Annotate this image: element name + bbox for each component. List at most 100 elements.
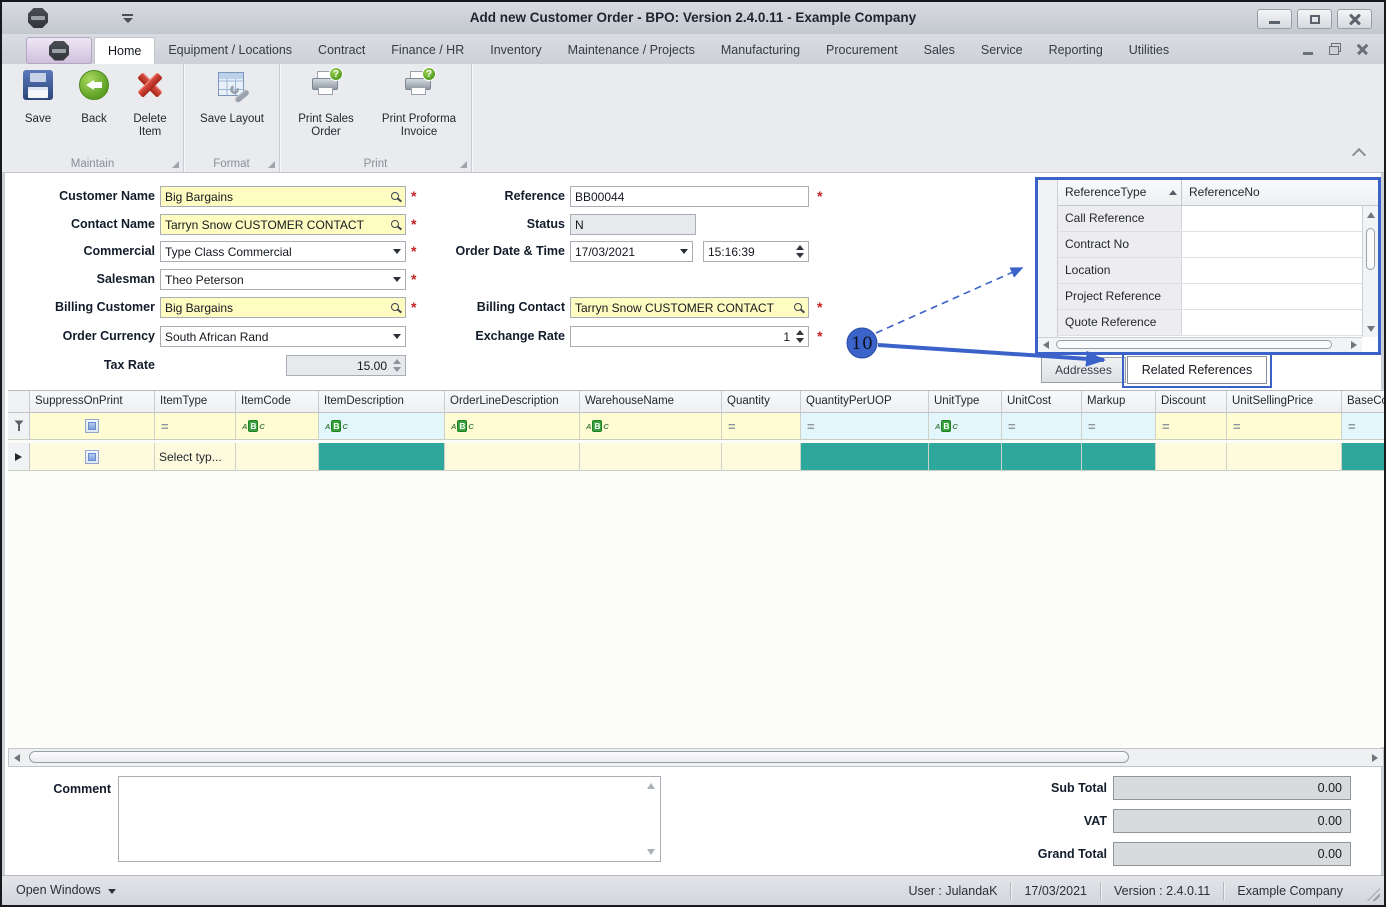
reference-row-location[interactable]: Location <box>1058 258 1362 284</box>
equals-filter-icon[interactable]: = <box>1088 419 1096 434</box>
close-button[interactable] <box>1337 9 1372 29</box>
reference-no-cell[interactable] <box>1182 258 1362 283</box>
data-cell-unitsellingprice[interactable] <box>1227 443 1342 471</box>
filter-cell-basecost[interactable]: = <box>1342 413 1384 440</box>
column-header-referenceno[interactable]: ReferenceNo <box>1182 180 1378 205</box>
data-cell-quantityperuop[interactable] <box>801 443 929 471</box>
back-button[interactable]: Back <box>68 70 120 126</box>
application-button[interactable] <box>26 37 92 64</box>
collapse-ribbon-icon[interactable] <box>1351 147 1367 163</box>
billing-customer-input[interactable]: Big Bargains <box>160 297 406 318</box>
ribbon-tab-procurement[interactable]: Procurement <box>813 37 911 64</box>
equals-filter-icon[interactable]: = <box>1008 419 1016 434</box>
data-cell-orderlinedescription[interactable] <box>445 443 580 471</box>
scrollbar-thumb[interactable] <box>1056 340 1332 349</box>
column-header-unitcost[interactable]: UnitCost <box>1002 391 1082 413</box>
dialog-launcher-icon[interactable] <box>172 161 179 168</box>
reference-vertical-scrollbar[interactable] <box>1362 206 1378 337</box>
equals-filter-icon[interactable]: = <box>161 419 169 434</box>
filter-cell-orderlinedescription[interactable]: ABC <box>445 413 580 440</box>
reference-no-cell[interactable] <box>1182 284 1362 309</box>
equals-filter-icon[interactable]: = <box>1233 419 1241 434</box>
reference-row-quote-reference[interactable]: Quote Reference <box>1058 310 1362 336</box>
save-button[interactable]: Save <box>12 70 64 126</box>
data-cell-warehousename[interactable] <box>580 443 722 471</box>
checkbox[interactable] <box>85 449 99 464</box>
scroll-down-icon[interactable] <box>647 849 655 855</box>
contact-name-input[interactable]: Tarryn Snow CUSTOMER CONTACT <box>160 214 406 235</box>
filter-cell-quantity[interactable]: = <box>722 413 801 440</box>
filter-cell-itemdescription[interactable]: ABC <box>319 413 445 440</box>
column-header-discount[interactable]: Discount <box>1156 391 1227 413</box>
column-header-orderlinedescription[interactable]: OrderLineDescription <box>445 391 580 413</box>
ribbon-tab-equipment-locations[interactable]: Equipment / Locations <box>155 37 305 64</box>
data-cell-itemdescription[interactable] <box>319 443 445 471</box>
filter-cell-warehousename[interactable]: ABC <box>580 413 722 440</box>
maximize-button[interactable] <box>1297 9 1332 29</box>
filter-cell-markup[interactable]: = <box>1082 413 1156 440</box>
equals-filter-icon[interactable]: = <box>1348 419 1356 434</box>
reference-row-call-reference[interactable]: Call Reference <box>1058 206 1362 232</box>
billing-contact-input[interactable]: Tarryn Snow CUSTOMER CONTACT <box>570 297 809 318</box>
data-cell-basecost[interactable] <box>1342 443 1384 471</box>
filter-cell-unittype[interactable]: ABC <box>929 413 1002 440</box>
order-time-spinner[interactable]: 15:16:39 <box>703 241 809 262</box>
mdi-close-icon[interactable] <box>1357 44 1368 55</box>
ribbon-tab-inventory[interactable]: Inventory <box>477 37 554 64</box>
chevron-down-icon[interactable] <box>393 277 401 282</box>
filter-cell-itemcode[interactable]: ABC <box>236 413 319 440</box>
scroll-up-icon[interactable] <box>647 783 655 789</box>
print-sales-order-button[interactable]: ? Print Sales Order <box>286 67 366 139</box>
scroll-down-icon[interactable] <box>1367 326 1375 332</box>
mdi-minimize-icon[interactable] <box>1303 51 1313 55</box>
column-header-unitsellingprice[interactable]: UnitSellingPrice <box>1227 391 1342 413</box>
abc-filter-icon[interactable]: ABC <box>586 420 609 432</box>
ribbon-tab-maintenance-projects[interactable]: Maintenance / Projects <box>555 37 708 64</box>
reference-no-cell[interactable] <box>1182 232 1362 257</box>
commercial-dropdown[interactable]: Type Class Commercial <box>160 241 406 262</box>
search-icon[interactable] <box>391 191 399 200</box>
column-header-referencetype[interactable]: ReferenceType <box>1058 180 1182 205</box>
spinner-icon[interactable] <box>796 245 804 258</box>
data-cell-suppressonprint[interactable] <box>30 443 155 471</box>
search-icon[interactable] <box>391 219 399 228</box>
search-icon[interactable] <box>391 302 399 311</box>
delete-item-button[interactable]: Delete Item <box>122 70 178 139</box>
reference-input[interactable]: BB00044 <box>570 186 809 207</box>
abc-filter-icon[interactable]: ABC <box>451 420 474 432</box>
filter-cell-discount[interactable]: = <box>1156 413 1227 440</box>
reference-no-cell[interactable] <box>1182 206 1362 231</box>
minimize-button[interactable] <box>1257 9 1292 29</box>
ribbon-tab-home[interactable]: Home <box>94 37 156 64</box>
column-header-basecost[interactable]: BaseCost <box>1342 391 1384 413</box>
abc-filter-icon[interactable]: ABC <box>242 420 265 432</box>
tab-addresses[interactable]: Addresses <box>1041 357 1126 383</box>
scroll-up-icon[interactable] <box>1367 212 1375 218</box>
column-header-itemdescription[interactable]: ItemDescription <box>319 391 445 413</box>
filter-cell-itemtype[interactable]: = <box>155 413 236 440</box>
chevron-down-icon[interactable] <box>393 249 401 254</box>
ribbon-tab-manufacturing[interactable]: Manufacturing <box>708 37 813 64</box>
reference-horizontal-scrollbar[interactable] <box>1038 337 1362 352</box>
ribbon-tab-service[interactable]: Service <box>968 37 1036 64</box>
search-icon[interactable] <box>794 302 802 311</box>
scrollbar-thumb[interactable] <box>29 751 1129 763</box>
chevron-down-icon[interactable] <box>680 249 688 254</box>
data-cell-quantity[interactable] <box>722 443 801 471</box>
data-cell-unitcost[interactable] <box>1002 443 1082 471</box>
reference-row-project-reference[interactable]: Project Reference <box>1058 284 1362 310</box>
column-header-suppressonprint[interactable]: SuppressOnPrint <box>30 391 155 413</box>
print-proforma-invoice-button[interactable]: ? Print Proforma Invoice <box>372 67 466 139</box>
column-header-quantity[interactable]: Quantity <box>722 391 801 413</box>
checkbox[interactable] <box>85 419 99 433</box>
comment-input[interactable] <box>119 777 660 861</box>
resize-grip[interactable] <box>1367 888 1380 901</box>
filter-cell-suppressonprint[interactable] <box>30 413 155 440</box>
open-windows-button[interactable]: Open Windows <box>16 883 116 897</box>
column-header-markup[interactable]: Markup <box>1082 391 1156 413</box>
column-header-itemcode[interactable]: ItemCode <box>236 391 319 413</box>
scroll-left-icon[interactable] <box>1043 341 1049 349</box>
exchange-rate-spinner[interactable]: 1 <box>570 326 809 347</box>
data-cell-itemtype[interactable]: Select typ... <box>155 443 236 471</box>
equals-filter-icon[interactable]: = <box>728 419 736 434</box>
